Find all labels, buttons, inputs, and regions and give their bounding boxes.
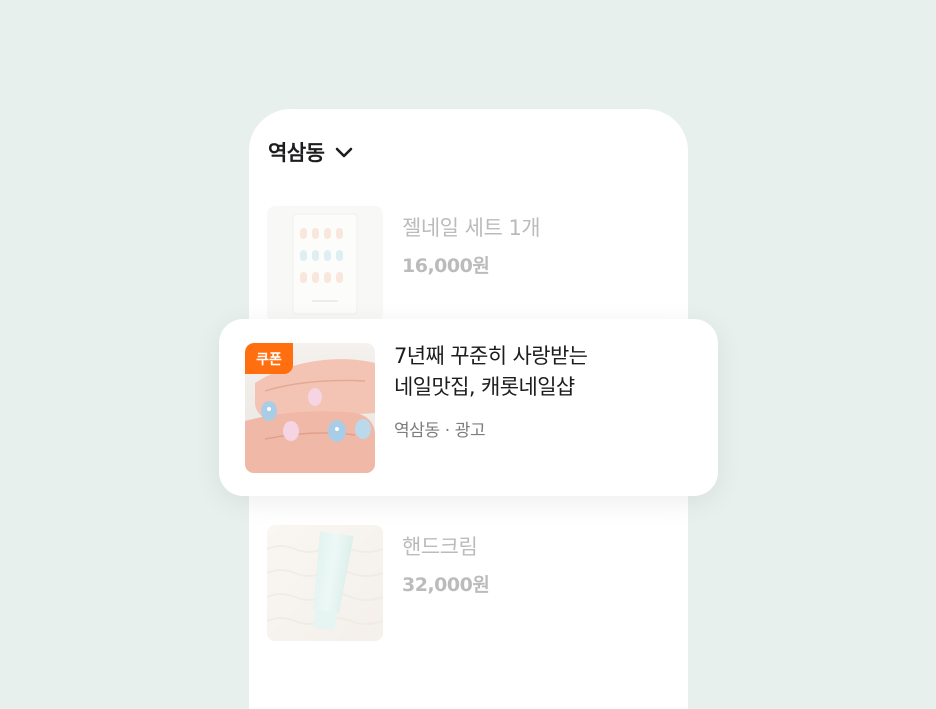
listing-title: 핸드크림	[402, 535, 478, 559]
chevron-down-icon	[334, 142, 354, 162]
ad-card[interactable]: 쿠폰 7년째 꾸준히 사랑받는 네일맛집, 캐롯네일샵 역삼동 · 광고	[219, 319, 718, 496]
list-item[interactable]: 젤네일 세트 1개 16,000원	[267, 206, 667, 322]
listing-price: 32,000원	[402, 574, 490, 596]
product-image	[267, 206, 383, 322]
listing-price: 16,000원	[402, 255, 490, 277]
product-image	[267, 525, 383, 641]
ad-title: 7년째 꾸준히 사랑받는 네일맛집, 캐롯네일샵	[394, 341, 694, 403]
list-item[interactable]: 핸드크림 32,000원	[267, 525, 667, 641]
coupon-badge: 쿠폰	[245, 343, 293, 374]
location-selector[interactable]: 역삼동	[268, 137, 354, 167]
listing-title: 젤네일 세트 1개	[402, 216, 541, 240]
ad-title-line: 네일맛집, 캐롯네일샵	[394, 375, 575, 399]
location-label: 역삼동	[268, 141, 325, 165]
ad-title-line: 7년째 꾸준히 사랑받는	[394, 344, 588, 368]
ad-meta: 역삼동 · 광고	[394, 421, 486, 441]
ad-image: 쿠폰	[245, 343, 375, 473]
